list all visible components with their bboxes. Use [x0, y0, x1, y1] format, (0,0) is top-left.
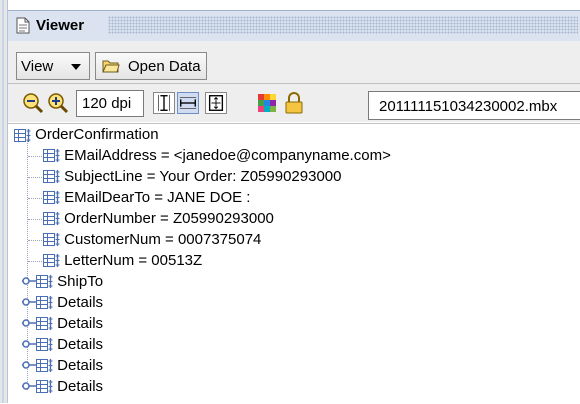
tree-node-label: Details	[57, 336, 104, 353]
fit-width-icon[interactable]	[177, 92, 199, 114]
tree-branch	[28, 219, 42, 220]
expand-handle-icon[interactable]	[22, 318, 36, 328]
document-icon	[16, 17, 30, 34]
node-table-icon	[36, 338, 53, 351]
tree-leaf-node[interactable]: EMailDearTo = JANE DOE :	[43, 189, 250, 206]
window-title: Viewer	[36, 17, 85, 34]
tree-leaf-node[interactable]: OrderNumber = Z05990293000	[43, 210, 274, 227]
tree-node-label: LetterNum = 00513Z	[64, 252, 203, 269]
tree-node-label: EMailAddress = <janedoe@companyname.com>	[64, 147, 391, 164]
node-table-icon	[36, 317, 53, 330]
tree-node-label: Details	[57, 357, 104, 374]
expand-handle-icon[interactable]	[22, 381, 36, 391]
tree-node-label: Details	[57, 378, 104, 395]
tree-branch	[28, 240, 42, 241]
tree-collapsed-node[interactable]: Details	[22, 357, 103, 374]
tree-leaf-node[interactable]: SubjectLine = Your Order: Z05990293000	[43, 168, 341, 185]
tree-branch	[28, 156, 42, 157]
tree-node-label: CustomerNum = 0007375074	[64, 231, 262, 248]
node-table-icon	[43, 170, 60, 183]
node-table-icon	[36, 380, 53, 393]
file-name-field[interactable]: 201111151034230002.mbx	[368, 91, 580, 120]
open-data-button[interactable]: Open Data	[95, 52, 207, 80]
tree-collapsed-node[interactable]: Details	[22, 378, 103, 395]
tree-branch	[28, 198, 42, 199]
expand-handle-icon[interactable]	[22, 297, 36, 307]
open-data-label: Open Data	[128, 58, 201, 75]
title-bar[interactable]: Viewer	[8, 10, 580, 42]
tree-collapsed-node[interactable]: Details	[22, 294, 103, 311]
node-table-icon	[43, 254, 60, 267]
node-table-icon	[36, 275, 53, 288]
node-table-icon	[36, 296, 53, 309]
chevron-down-icon	[71, 64, 81, 70]
node-table-icon	[43, 149, 60, 162]
tree-node-label: Details	[57, 294, 104, 311]
zoom-in-icon[interactable]	[47, 92, 69, 114]
view-menu-button[interactable]: View	[16, 52, 90, 80]
viewer-window: Viewer View Open Data 120 dpi 2011111510…	[0, 0, 580, 404]
tree-leaf-node[interactable]: EMailAddress = <janedoe@companyname.com>	[43, 147, 391, 164]
dpi-input[interactable]: 120 dpi	[76, 90, 144, 117]
tree-node-label: ShipTo	[57, 273, 104, 290]
tree-node-label: SubjectLine = Your Order: Z05990293000	[64, 168, 342, 185]
window-left-edge	[0, 0, 8, 403]
node-table-icon	[43, 233, 60, 246]
tree-node-label: EMailDearTo = JANE DOE :	[64, 189, 251, 206]
color-palette-icon[interactable]	[256, 92, 278, 114]
tree-node-label: Details	[57, 315, 104, 332]
node-table-icon	[14, 129, 31, 142]
tree-collapsed-node[interactable]: Details	[22, 336, 103, 353]
expand-handle-icon[interactable]	[22, 276, 36, 286]
tree-branch	[28, 177, 42, 178]
lock-icon[interactable]	[283, 92, 305, 114]
tree-leaf-node[interactable]: CustomerNum = 0007375074	[43, 231, 261, 248]
node-table-icon	[36, 359, 53, 372]
tree-branch	[28, 261, 42, 262]
tree-root-label: OrderConfirmation	[35, 126, 159, 143]
folder-open-icon	[102, 60, 120, 73]
fit-page-icon[interactable]	[205, 92, 227, 114]
expand-handle-icon[interactable]	[22, 339, 36, 349]
main-toolbar: View Open Data	[8, 41, 580, 83]
view-menu-label: View	[21, 58, 54, 75]
title-grip	[108, 16, 578, 34]
zoom-out-icon[interactable]	[22, 92, 44, 114]
node-table-icon	[43, 212, 60, 225]
tree-node-label: OrderNumber = Z05990293000	[64, 210, 274, 227]
node-table-icon	[43, 191, 60, 204]
tree-root-node[interactable]: OrderConfirmation	[14, 126, 159, 143]
tree-leaf-node[interactable]: LetterNum = 00513Z	[43, 252, 202, 269]
tree-collapsed-node[interactable]: ShipTo	[22, 273, 103, 290]
tree-collapsed-node[interactable]: Details	[22, 315, 103, 332]
fit-height-icon[interactable]	[153, 92, 175, 114]
expand-handle-icon[interactable]	[22, 360, 36, 370]
